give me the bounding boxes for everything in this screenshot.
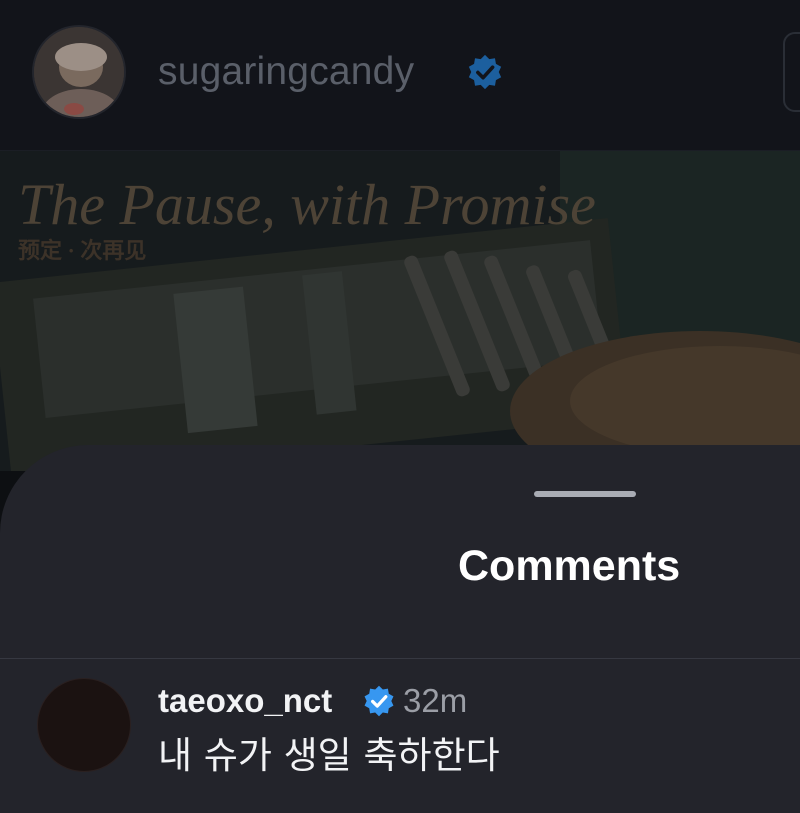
commenter-avatar[interactable] — [37, 678, 131, 772]
author-avatar-image — [34, 27, 124, 117]
sheet-divider — [0, 658, 800, 659]
post-header: sugaringcandy — [0, 0, 800, 151]
comments-sheet: Comments taeoxo_nct 32m 내 슈가 생일 축하한다 — [0, 445, 800, 813]
author-username[interactable]: sugaringcandy — [158, 49, 414, 95]
post-image-title: The Pause, with Promise — [18, 172, 596, 237]
commenter-username[interactable]: taeoxo_nct — [158, 681, 332, 721]
comment-item: taeoxo_nct 32m 내 슈가 생일 축하한다 — [0, 671, 800, 813]
post-image-subtitle: 预定 · 次再见 — [18, 238, 147, 263]
author-avatar[interactable] — [32, 25, 126, 119]
sheet-grabber-handle[interactable] — [534, 491, 636, 497]
comment-text: 내 슈가 생일 축하한다 — [158, 734, 500, 777]
verified-badge-icon — [364, 685, 394, 717]
header-action-button[interactable] — [783, 32, 800, 112]
comments-title: Comments — [458, 542, 681, 590]
post-image: The Pause, with Promise 预定 · 次再见 — [0, 151, 800, 471]
verified-badge-icon — [468, 54, 502, 90]
comment-timestamp: 32m — [403, 682, 468, 719]
